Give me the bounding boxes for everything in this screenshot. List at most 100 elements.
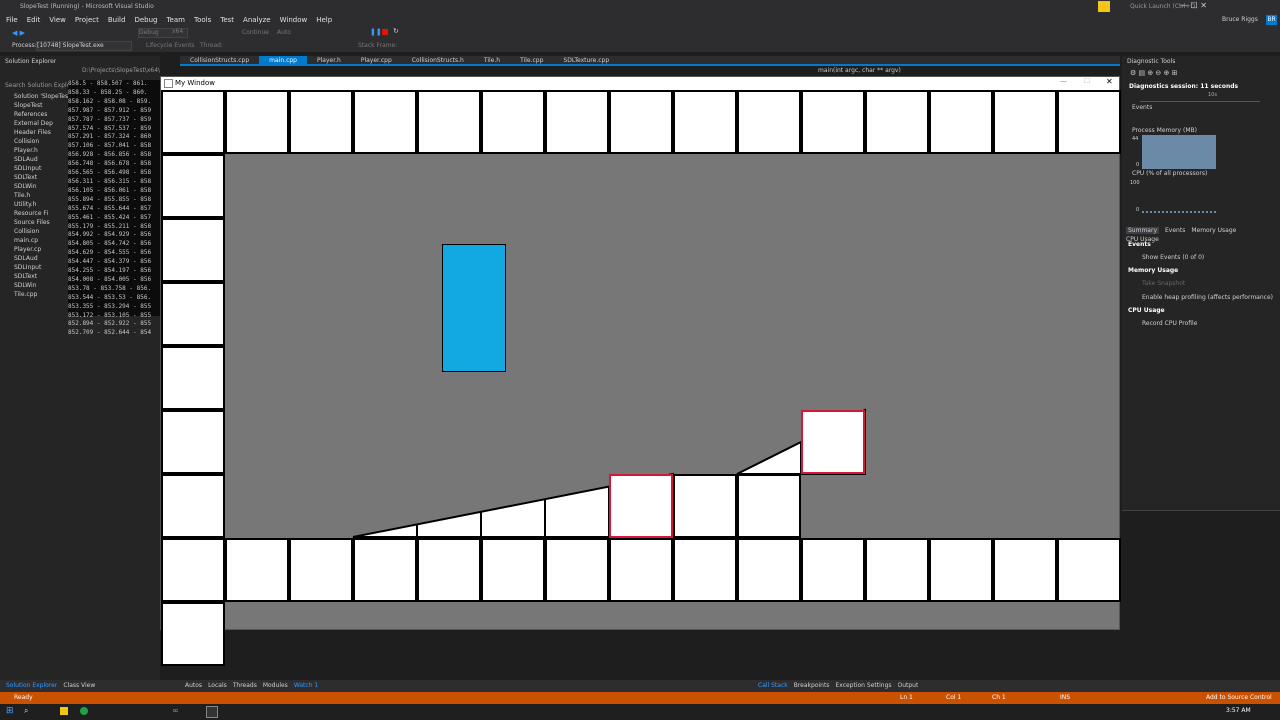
solution-tree: Solution 'SlopeTest' SlopeTest References E… <box>14 92 68 299</box>
menu-item-project[interactable]: Project <box>75 14 99 26</box>
doc-tab[interactable]: main.cpp <box>259 56 307 66</box>
tree-item[interactable]: Utility.h <box>14 200 68 209</box>
panel-tab[interactable]: Exception Settings <box>835 680 891 692</box>
timeline-ruler[interactable]: 10s <box>1140 92 1260 102</box>
console-line: 857.987 - 857.912 - 859 <box>68 106 152 114</box>
menu-item-analyze[interactable]: Analyze <box>243 14 271 26</box>
game-window[interactable]: My Window — ☐ ✕ <box>160 76 1121 666</box>
tree-item[interactable]: SDLInput <box>14 164 68 173</box>
menu-item-debug[interactable]: Debug <box>134 14 157 26</box>
menu-item-team[interactable]: Team <box>166 14 185 26</box>
tree-item[interactable]: Tile.cpp <box>14 290 68 299</box>
tree-item[interactable]: main.cp <box>14 236 68 245</box>
panel-tab[interactable]: Breakpoints <box>794 680 830 692</box>
add-source-control[interactable]: Add to Source Control <box>1206 692 1272 704</box>
restart-icon[interactable]: ↻ <box>393 27 399 35</box>
doc-tab[interactable]: CollisionStructs.h <box>402 56 474 66</box>
tree-item[interactable]: SDLText <box>14 272 68 281</box>
panel-tab[interactable]: Modules <box>263 680 288 692</box>
doc-tab[interactable]: Player.cpp <box>351 56 402 66</box>
panel-tab[interactable]: Threads <box>233 680 257 692</box>
maximize-icon[interactable]: ☐ <box>1084 77 1090 85</box>
back-icon[interactable]: ◀ ▶ <box>12 29 25 37</box>
pause-icon[interactable]: ❚❚ <box>370 28 382 36</box>
tree-item[interactable]: Resource Fi <box>14 209 68 218</box>
tree-item[interactable]: SDLAud <box>14 254 68 263</box>
menu-item-help[interactable]: Help <box>316 14 332 26</box>
window-controls[interactable]: — ☐ ✕ <box>1180 1 1207 10</box>
notification-flag-icon[interactable] <box>1098 1 1110 12</box>
doc-tab[interactable]: Tile.cpp <box>510 56 553 66</box>
menu-item-edit[interactable]: Edit <box>27 14 41 26</box>
tile <box>161 154 225 218</box>
tree-item[interactable]: Collision <box>14 227 68 236</box>
tree-item[interactable]: Header Files <box>14 128 68 137</box>
windows-start-icon[interactable]: ⊞ <box>6 706 14 716</box>
panel-tab[interactable]: Watch 1 <box>294 680 318 692</box>
tree-item[interactable]: Solution 'SlopeTest' <box>14 92 68 101</box>
game-titlebar[interactable]: My Window — ☐ ✕ <box>161 77 1119 91</box>
user-avatar[interactable]: BR <box>1266 15 1277 25</box>
show-events-link[interactable]: Show Events (0 of 0) <box>1142 254 1204 261</box>
doc-tab[interactable]: SDLTexture.cpp <box>553 56 619 66</box>
auto-dropdown[interactable]: Auto <box>277 29 291 36</box>
visual-studio-icon[interactable]: ∞ <box>172 706 179 715</box>
tree-item[interactable]: Source Files <box>14 218 68 227</box>
heap-profiling-checkbox[interactable]: Enable heap profiling (affects performan… <box>1142 294 1273 301</box>
function-combo[interactable]: main(int argc, char ** argv) <box>818 67 901 74</box>
search-icon[interactable]: ⌕ <box>24 706 28 716</box>
doc-tab[interactable]: Tile.h <box>474 56 510 66</box>
continue-button[interactable]: Continue <box>242 29 269 36</box>
doc-tab[interactable]: CollisionStructs.cpp <box>180 56 259 66</box>
panel-tab[interactable]: Locals <box>208 680 227 692</box>
close-icon[interactable]: ✕ <box>1106 77 1113 86</box>
menu-item-test[interactable]: Test <box>220 14 234 26</box>
tree-item[interactable]: Tile.h <box>14 191 68 200</box>
chrome-icon[interactable] <box>80 707 88 715</box>
panel-tab[interactable]: Call Stack <box>758 680 788 692</box>
menu-item-view[interactable]: View <box>49 14 66 26</box>
tree-item[interactable]: SDLWin <box>14 182 68 191</box>
tree-item[interactable]: References <box>14 110 68 119</box>
menu-item-file[interactable]: File <box>6 14 18 26</box>
panel-tab[interactable]: Autos <box>185 680 202 692</box>
memory-label: Process Memory (MB) <box>1132 127 1197 134</box>
minimize-icon[interactable]: — <box>1060 77 1067 85</box>
game-canvas[interactable] <box>161 90 1121 666</box>
panel-tab[interactable]: Class View <box>63 680 95 692</box>
record-cpu-button[interactable]: Record CPU Profile <box>1142 320 1197 327</box>
status-line: Ln 1 <box>900 694 913 701</box>
process-dropdown[interactable]: [10748] SlopeTest.exe <box>36 41 132 51</box>
user-name[interactable]: Bruce Riggs <box>1222 16 1258 23</box>
tree-item[interactable]: Collision <box>14 137 68 146</box>
tree-item[interactable]: Player.h <box>14 146 68 155</box>
menu-item-tools[interactable]: Tools <box>194 14 211 26</box>
tree-item[interactable]: External Dep <box>14 119 68 128</box>
menu-item-build[interactable]: Build <box>108 14 126 26</box>
diagnostic-tab[interactable]: Memory Usage <box>1191 227 1236 234</box>
platform-dropdown[interactable]: x64 <box>172 28 222 38</box>
stop-icon[interactable] <box>382 29 388 35</box>
panel-tab[interactable]: Output <box>898 680 919 692</box>
menu-item-window[interactable]: Window <box>280 14 308 26</box>
diagnostic-tab[interactable]: Summary <box>1126 227 1159 234</box>
game-window-title: My Window <box>175 79 216 87</box>
tree-item[interactable]: SDLAud <box>14 155 68 164</box>
tree-item[interactable]: SDLInput <box>14 263 68 272</box>
cpu-max: 100 <box>1130 180 1140 186</box>
tree-item[interactable]: SDLText <box>14 173 68 182</box>
panel-tab[interactable]: Solution Explorer <box>6 680 57 692</box>
tree-item[interactable]: Player.cp <box>14 245 68 254</box>
tree-item[interactable]: SlopeTest <box>14 101 68 110</box>
tile <box>161 346 225 410</box>
tree-item[interactable]: SDLWin <box>14 281 68 290</box>
sdl-window-icon[interactable] <box>206 706 218 718</box>
file-explorer-icon[interactable] <box>60 707 68 715</box>
diagnostic-toolbar-icons[interactable]: ⚙ ▤ ⊕ ⊖ ⊕ ⊞ <box>1130 69 1177 77</box>
doc-tab[interactable]: Player.h <box>307 56 351 66</box>
solution-search[interactable]: Search Solution Explorer <box>5 82 69 89</box>
diagnostic-tab[interactable]: Events <box>1165 227 1185 234</box>
lifecycle-events[interactable]: Lifecycle Events <box>146 42 195 49</box>
take-snapshot-button[interactable]: Take Snapshot <box>1142 280 1185 287</box>
cpu-label: CPU (% of all processors) <box>1132 170 1208 177</box>
